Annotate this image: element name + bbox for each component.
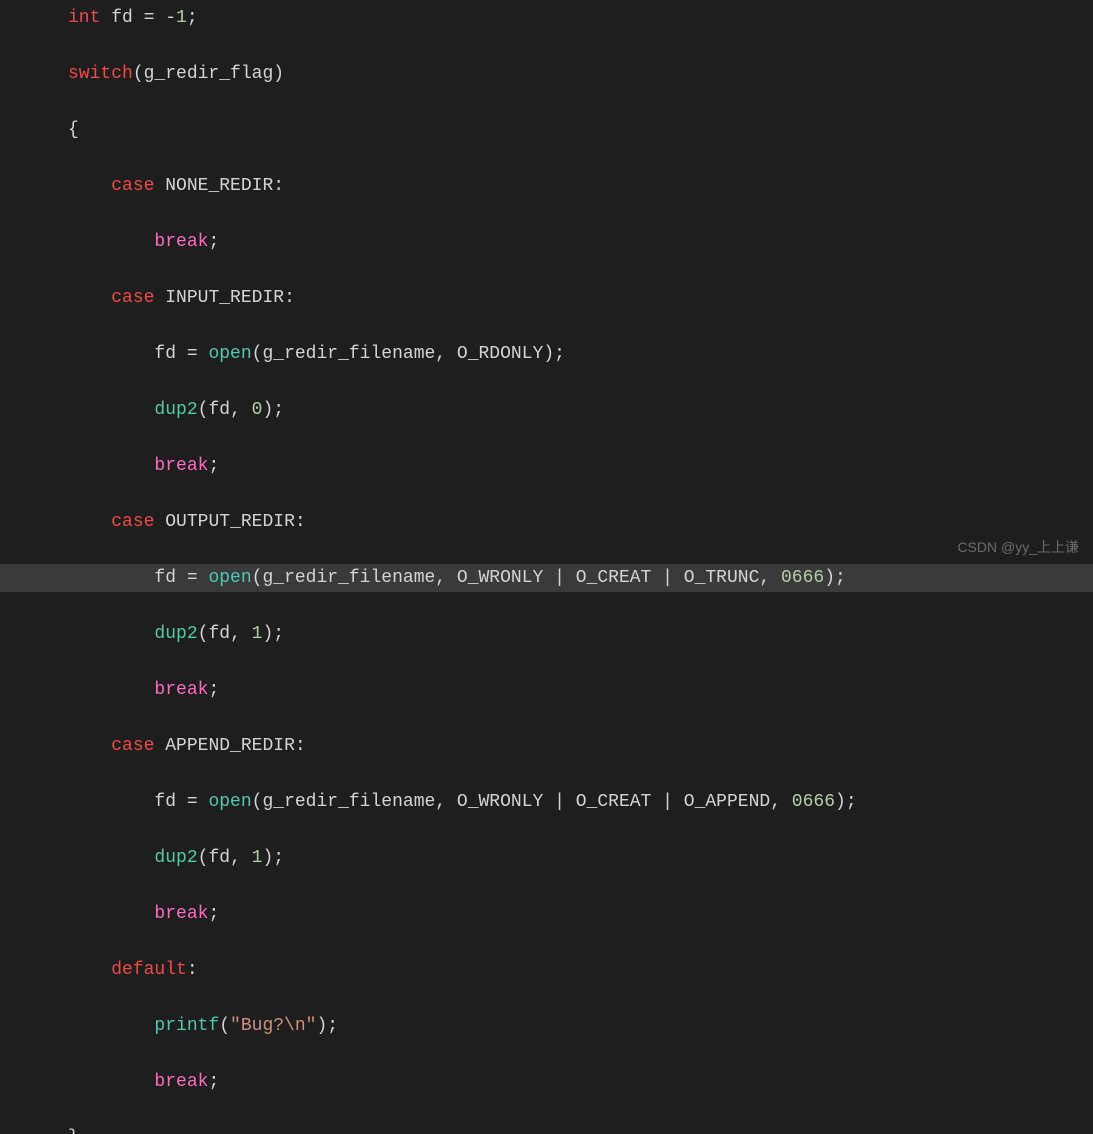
keyword-break: break bbox=[154, 1072, 208, 1092]
code-line: switch(g_redir_flag) bbox=[0, 60, 1093, 88]
code-line: case OUTPUT_REDIR: bbox=[0, 508, 1093, 536]
keyword-switch: switch bbox=[68, 64, 133, 84]
keyword-default: default bbox=[111, 960, 187, 980]
code-line: fd = open(g_redir_filename, O_RDONLY); bbox=[0, 340, 1093, 368]
case-label: INPUT_REDIR bbox=[165, 288, 284, 308]
keyword-break: break bbox=[154, 456, 208, 476]
code-line: case APPEND_REDIR: bbox=[0, 732, 1093, 760]
code-line: dup2(fd, 1); bbox=[0, 844, 1093, 872]
func-printf: printf bbox=[154, 1016, 219, 1036]
code-line: case NONE_REDIR: bbox=[0, 172, 1093, 200]
keyword-case: case bbox=[111, 288, 154, 308]
case-label: APPEND_REDIR bbox=[165, 736, 295, 756]
func-open: open bbox=[208, 568, 251, 588]
code-line: break; bbox=[0, 676, 1093, 704]
keyword-break: break bbox=[154, 232, 208, 252]
func-dup2: dup2 bbox=[154, 400, 197, 420]
func-dup2: dup2 bbox=[154, 624, 197, 644]
func-dup2: dup2 bbox=[154, 848, 197, 868]
code-line: break; bbox=[0, 900, 1093, 928]
code-line: case INPUT_REDIR: bbox=[0, 284, 1093, 312]
code-block: int fd = -1; switch(g_redir_flag) { case… bbox=[0, 0, 1093, 1134]
case-label: NONE_REDIR bbox=[165, 176, 273, 196]
code-line: default: bbox=[0, 956, 1093, 984]
code-line: { bbox=[0, 116, 1093, 144]
keyword-case: case bbox=[111, 736, 154, 756]
code-line: dup2(fd, 0); bbox=[0, 396, 1093, 424]
code-line: break; bbox=[0, 1068, 1093, 1096]
code-line: printf("Bug?\n"); bbox=[0, 1012, 1093, 1040]
case-label: OUTPUT_REDIR bbox=[165, 512, 295, 532]
keyword-case: case bbox=[111, 512, 154, 532]
string-literal: "Bug?\n" bbox=[230, 1016, 316, 1036]
code-line: break; bbox=[0, 228, 1093, 256]
code-line: fd = open(g_redir_filename, O_WRONLY | O… bbox=[0, 788, 1093, 816]
code-line-highlighted: fd = open(g_redir_filename, O_WRONLY | O… bbox=[0, 564, 1093, 592]
code-line: break; bbox=[0, 452, 1093, 480]
func-open: open bbox=[208, 344, 251, 364]
code-line: dup2(fd, 1); bbox=[0, 620, 1093, 648]
code-line: int fd = -1; bbox=[0, 4, 1093, 32]
ident-fd: fd bbox=[111, 8, 133, 28]
keyword-break: break bbox=[154, 904, 208, 924]
keyword-break: break bbox=[154, 680, 208, 700]
code-line: } bbox=[0, 1124, 1093, 1134]
func-open: open bbox=[208, 792, 251, 812]
keyword-case: case bbox=[111, 176, 154, 196]
ident-flag: g_redir_flag bbox=[144, 64, 274, 84]
keyword-int: int bbox=[68, 8, 100, 28]
